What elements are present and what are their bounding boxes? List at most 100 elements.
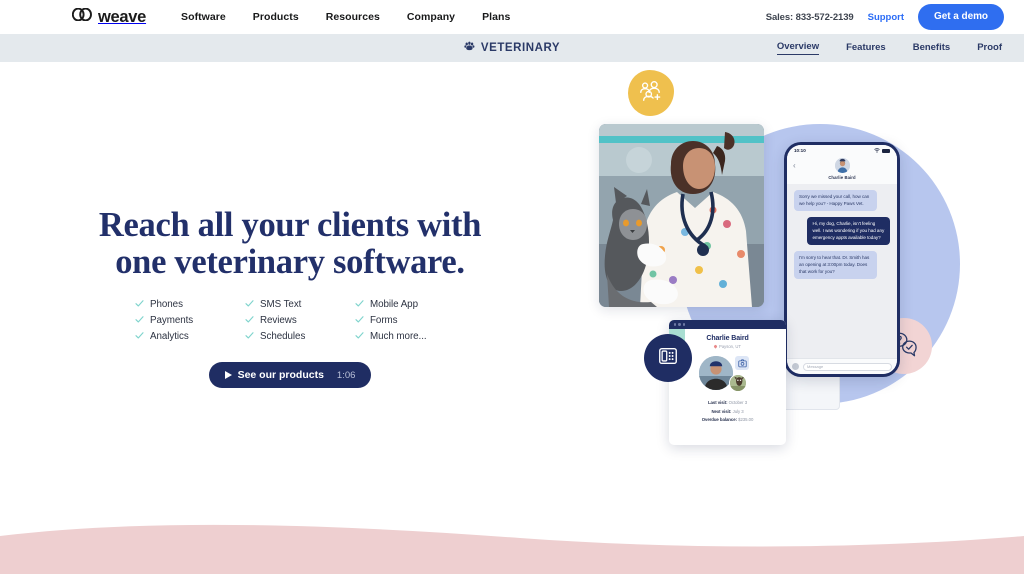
pet-avatar xyxy=(729,374,747,392)
hero-copy-column: Reach all your clients with one veterina… xyxy=(0,206,580,389)
chat-compose-bar: Message xyxy=(787,358,897,374)
status-time: 10:10 xyxy=(794,148,806,153)
top-nav-actions: Sales: 833-572-2139 Support Get a demo xyxy=(766,4,1004,30)
video-button-label-group: See our products xyxy=(224,369,324,382)
video-duration: 1:06 xyxy=(336,369,356,381)
card-window-titlebar xyxy=(669,320,786,329)
avatar xyxy=(834,158,850,173)
feature-label: Payments xyxy=(150,315,194,327)
feature-label: Phones xyxy=(150,299,183,311)
patient-profile-card: Charlie Baird Payson, UT Last visit: Oct… xyxy=(669,320,786,445)
desk-phone-icon xyxy=(657,345,679,372)
weave-wordmark: weave xyxy=(98,7,147,26)
vertical-title-group: VETERINARY xyxy=(464,41,560,55)
feature-label: Schedules xyxy=(260,331,306,343)
detail-label: Last visit: xyxy=(707,400,728,405)
nav-item-software[interactable]: Software xyxy=(181,11,226,23)
check-icon xyxy=(355,331,364,342)
check-icon xyxy=(355,315,364,326)
feature-item: SMS Text xyxy=(245,299,355,310)
sales-phone-number[interactable]: Sales: 833-572-2139 xyxy=(766,12,854,23)
sub-nav-tabs: Overview Features Benefits Proof xyxy=(776,41,1024,55)
chevron-left-icon[interactable]: ‹ xyxy=(793,162,796,170)
check-icon xyxy=(355,299,364,310)
feature-label: Mobile App xyxy=(370,299,418,311)
get-a-demo-button[interactable]: Get a demo xyxy=(918,4,1004,30)
feature-item: Phones xyxy=(135,299,245,310)
feature-label: Much more... xyxy=(370,331,427,343)
tab-overview[interactable]: Overview xyxy=(776,41,820,55)
veterinarian-photo xyxy=(599,124,764,307)
message-input[interactable]: Message xyxy=(803,362,892,371)
primary-nav-links: Software Products Resources Company Plan… xyxy=(181,11,510,23)
feature-checklist: Phones SMS Text Mobile App Payments Revi… xyxy=(135,299,445,342)
detail-value: October 3 xyxy=(728,400,748,405)
chat-header: ‹ Charlie Baird xyxy=(787,156,897,184)
feature-item: Reviews xyxy=(245,315,355,326)
paw-print-icon xyxy=(464,41,475,55)
feature-item: Payments xyxy=(135,315,245,326)
vertical-title-label: VETERINARY xyxy=(480,42,561,54)
detail-value: July 3 xyxy=(732,408,744,414)
window-dot xyxy=(678,323,681,326)
location-pin-icon xyxy=(713,344,718,349)
chat-message-incoming: I'm sorry to hear that. Dr. Smith has an… xyxy=(794,251,877,280)
support-link[interactable]: Support xyxy=(868,12,904,23)
phone-mockup: 10:10 ‹ Charlie Baird Sorry we missed yo… xyxy=(784,142,900,377)
top-navigation-bar: weave Software Products Resources Compan… xyxy=(0,0,1024,34)
nav-item-plans[interactable]: Plans xyxy=(482,11,510,23)
feature-item: Schedules xyxy=(245,331,355,342)
patient-location-label: Payson, UT xyxy=(719,344,741,349)
chat-thread: Sorry we missed your call, how can we he… xyxy=(787,184,897,358)
pink-wave-decoration xyxy=(0,524,1024,574)
weave-loops-logo-icon xyxy=(71,7,93,26)
window-dot xyxy=(674,323,677,326)
nav-item-company[interactable]: Company xyxy=(407,11,455,23)
patient-detail-row: Last visit: October 3 xyxy=(669,400,786,405)
play-icon xyxy=(224,371,232,380)
feature-item: Analytics xyxy=(135,331,245,342)
phone-status-bar: 10:10 xyxy=(787,145,897,156)
nav-item-resources[interactable]: Resources xyxy=(326,11,380,23)
patient-detail-row: Next visit: July 3 xyxy=(669,409,786,414)
attachment-icon[interactable] xyxy=(792,363,799,370)
weave-logo[interactable]: weave xyxy=(71,7,147,27)
section-sub-navigation: VETERINARY Overview Features Benefits Pr… xyxy=(0,34,1024,62)
patient-detail-row: Overdue balance: $235.00 xyxy=(669,417,786,422)
patient-detail-list: Last visit: October 3 Next visit: July 3… xyxy=(669,400,786,422)
see-our-products-video-button[interactable]: See our products 1:06 xyxy=(208,362,372,389)
status-indicators xyxy=(874,147,890,154)
check-icon xyxy=(245,315,254,326)
chat-message-incoming: Sorry we missed your call, how can we he… xyxy=(794,190,877,212)
avatar xyxy=(699,356,733,390)
chat-message-outgoing: Hi, my dog, Charlie, isn't feeling well.… xyxy=(807,217,890,246)
feature-item: Mobile App xyxy=(355,299,445,310)
video-button-label: See our products xyxy=(237,369,324,382)
chat-contact-name: Charlie Baird xyxy=(828,175,856,180)
tab-features[interactable]: Features xyxy=(846,42,886,55)
detail-label: Next visit: xyxy=(711,408,732,414)
phone-screen: 10:10 ‹ Charlie Baird Sorry we missed yo… xyxy=(787,145,897,374)
detail-value: $235.00 xyxy=(738,417,754,422)
feature-label: SMS Text xyxy=(260,299,302,311)
hero-section: Reach all your clients with one veterina… xyxy=(0,62,1024,574)
hero-illustration: 10:10 ‹ Charlie Baird Sorry we missed yo… xyxy=(580,62,1024,574)
wifi-icon xyxy=(874,147,880,154)
battery-icon xyxy=(882,148,890,153)
pet-records-badge-icon xyxy=(735,356,749,370)
check-icon xyxy=(135,315,144,326)
feature-label: Analytics xyxy=(150,331,189,343)
check-icon xyxy=(245,299,254,310)
add-contacts-badge xyxy=(628,70,674,116)
feature-item: Much more... xyxy=(355,331,445,342)
patient-name: Charlie Baird xyxy=(706,335,749,342)
feature-item: Forms xyxy=(355,315,445,326)
tab-benefits[interactable]: Benefits xyxy=(913,42,950,55)
nav-item-products[interactable]: Products xyxy=(253,11,299,23)
check-icon xyxy=(135,331,144,342)
feature-label: Forms xyxy=(370,315,398,327)
tab-proof[interactable]: Proof xyxy=(977,42,1002,55)
headline-line-2: one veterinary software. xyxy=(115,242,465,281)
feature-label: Reviews xyxy=(260,315,297,327)
headline-line-1: Reach all your clients with xyxy=(98,206,482,244)
